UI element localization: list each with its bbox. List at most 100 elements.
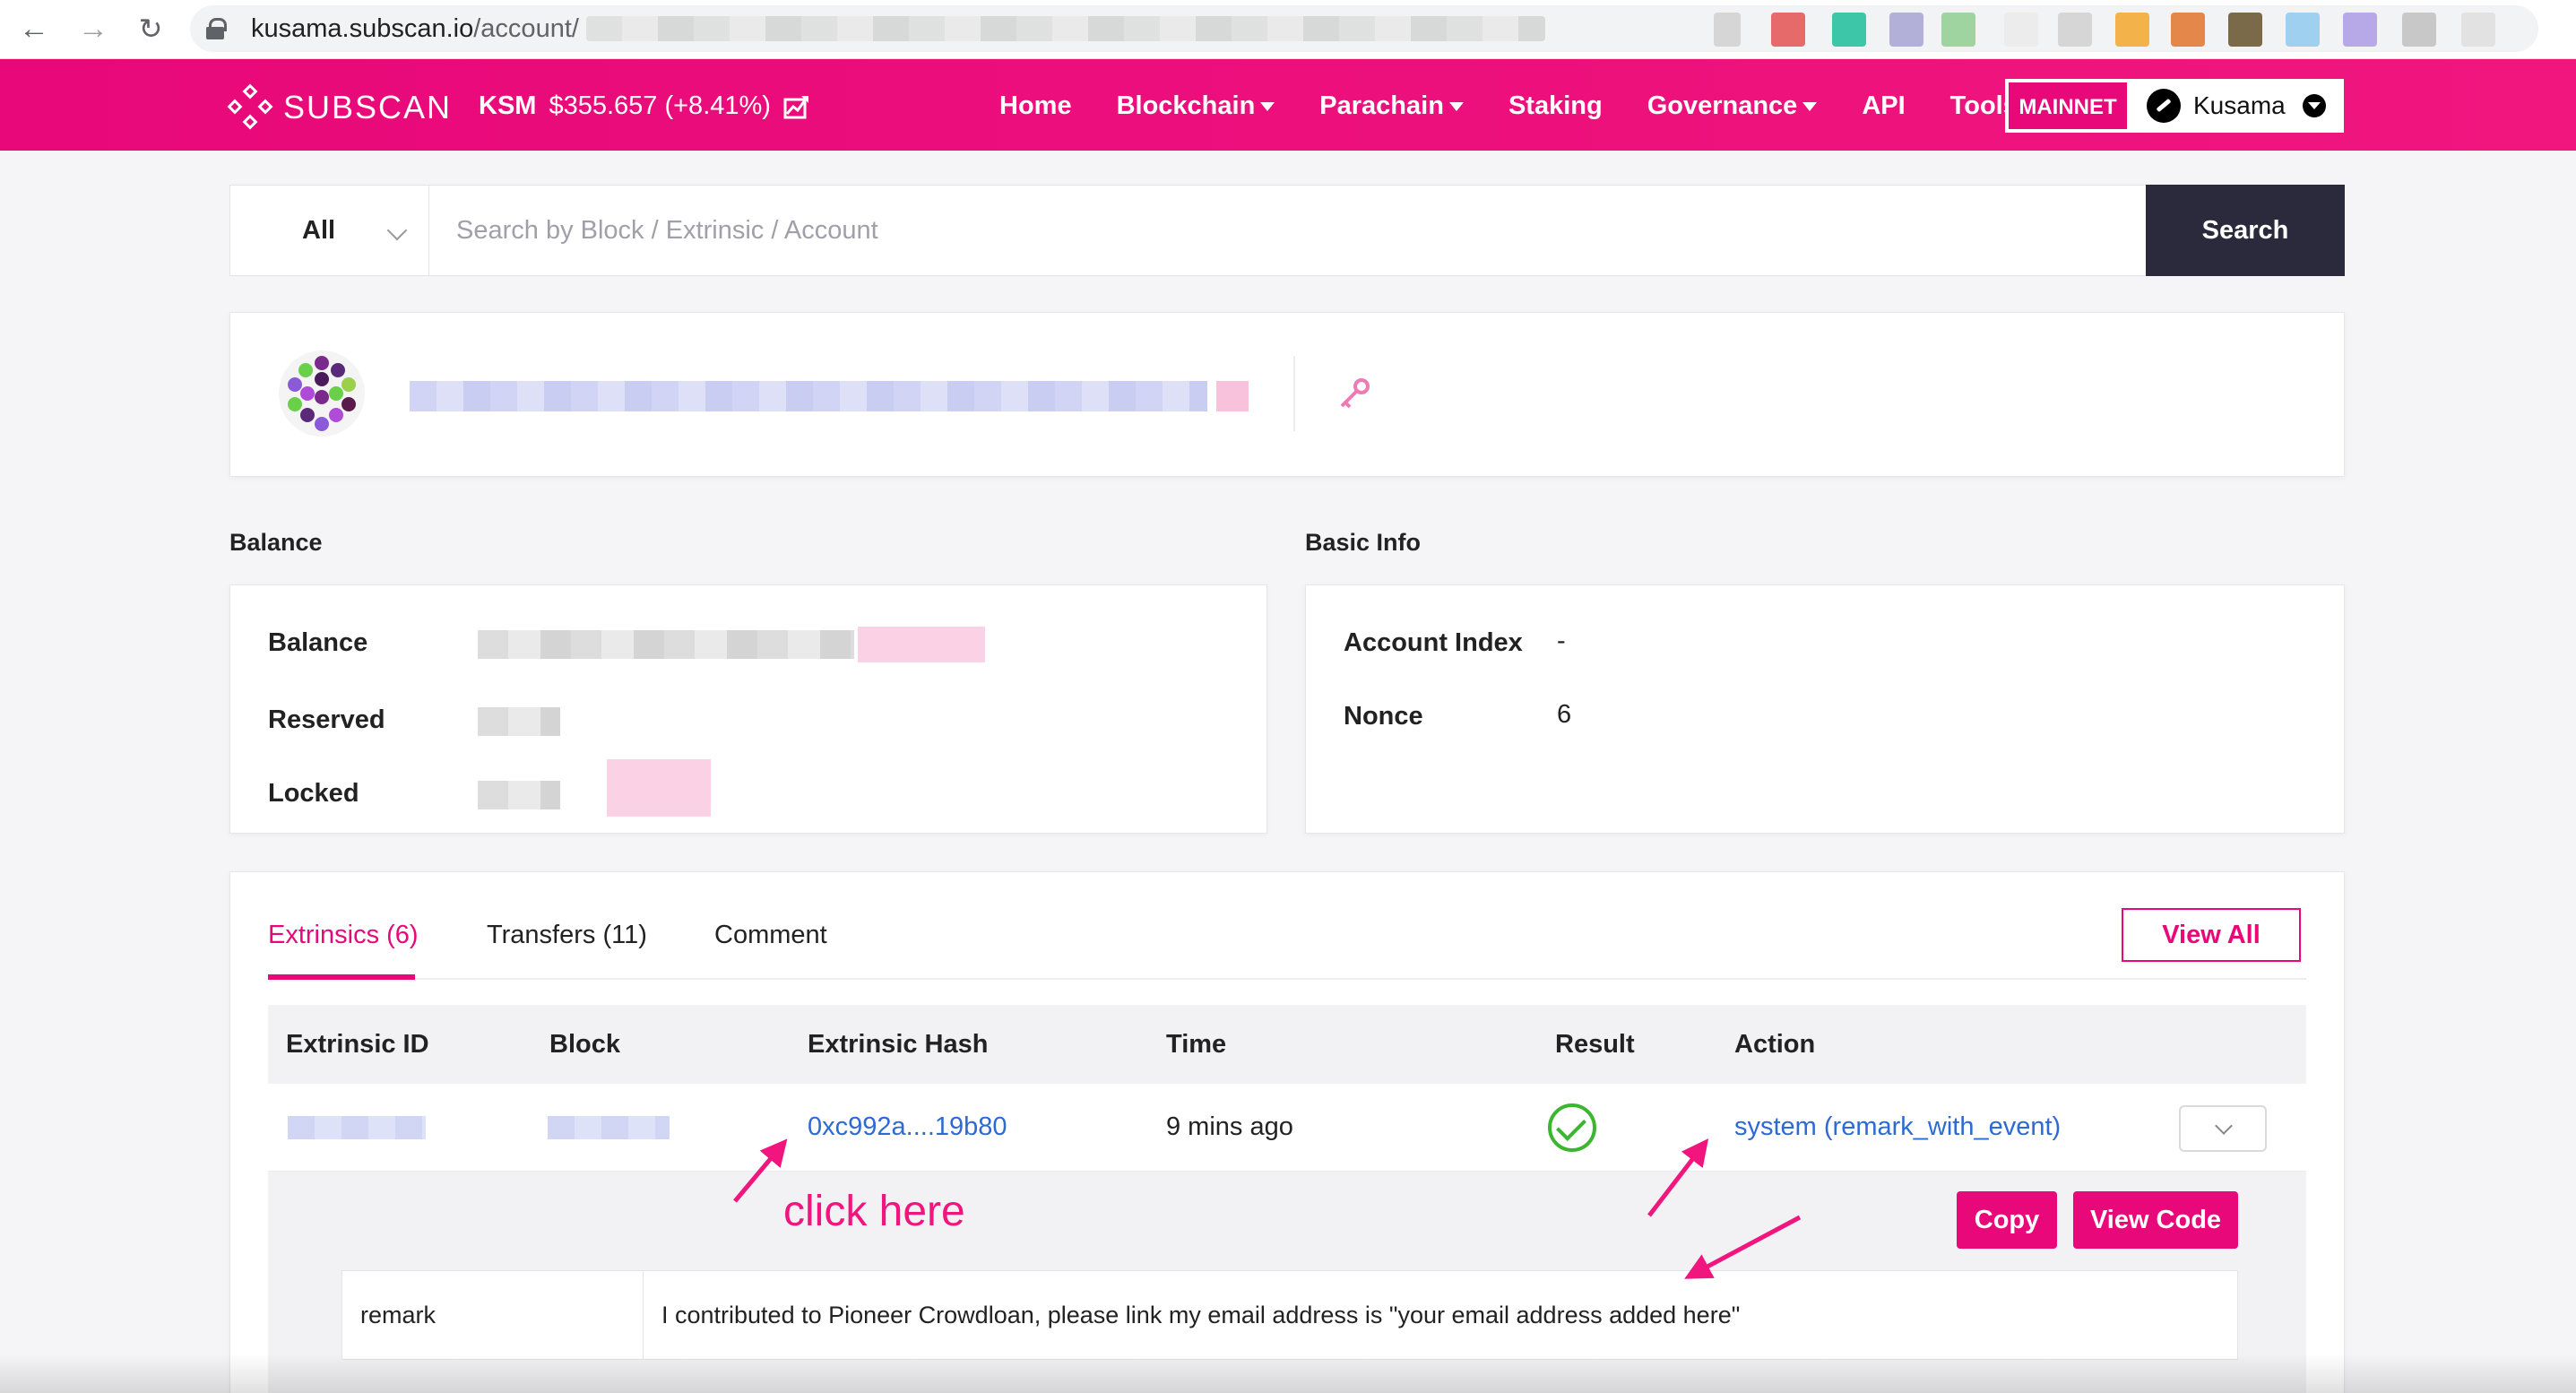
account-index-value: - [1557,627,1566,655]
col-time: Time [1166,1030,1227,1059]
extension-icon[interactable] [1714,13,1741,47]
copy-button[interactable]: Copy [1957,1191,2057,1249]
view-code-button[interactable]: View Code [2073,1191,2238,1249]
nav-staking[interactable]: Staking [1508,91,1603,121]
extension-icon[interactable] [2004,13,2038,47]
extension-icon[interactable] [1832,13,1866,47]
balance-label: Balance [268,628,368,657]
locked-value-redacted [478,781,560,809]
mainnet-badge: MAINNET [2007,81,2129,131]
param-key: remark [342,1271,644,1359]
extension-icon[interactable] [1941,13,1975,47]
table-header: Extrinsic ID Block Extrinsic Hash Time R… [268,1005,2306,1084]
account-avatar [279,350,365,437]
extension-icon[interactable] [2286,13,2320,47]
network-selector[interactable]: MAINNET Kusama [2005,79,2344,133]
caret-down-icon [1260,101,1275,111]
token-symbol: KSM [479,91,537,120]
extrinsics-card: Extrinsics (6) Transfers (11) Comment Vi… [229,871,2345,1393]
divider [1293,356,1295,431]
browser-toolbar: ← → ↻ kusama.subscan.io/account/ [0,0,2576,59]
extension-icon[interactable] [2228,13,2262,47]
nav-home[interactable]: Home [999,91,1072,121]
block-redacted[interactable] [548,1116,670,1139]
extension-icon[interactable] [2058,13,2092,47]
annotation-click-here: click here [783,1188,965,1235]
nonce-value: 6 [1557,700,1572,729]
action-link[interactable]: system (remark_with_event) [1734,1112,2061,1142]
search-filter-value: All [302,215,336,245]
logo-text: SUBSCAN [283,89,453,125]
subscan-logo-icon [227,83,274,131]
extrinsic-hash-link[interactable]: 0xc992a....19b80 [808,1112,1007,1142]
extension-icon[interactable] [2171,13,2205,47]
bottom-shadow [0,1354,2576,1393]
back-arrow-icon[interactable]: ← [16,11,52,47]
reload-icon[interactable]: ↻ [133,11,169,47]
balance-card: Balance Reserved Locked [229,584,1267,834]
lock-icon [206,18,227,39]
forward-arrow-icon[interactable]: → [75,11,111,47]
search-button[interactable]: Search [2146,185,2345,276]
basic-info-card: Account Index - Nonce 6 [1305,584,2345,834]
extension-icon[interactable] [2115,13,2149,47]
account-index-label: Account Index [1344,628,1523,657]
redacted-url [586,16,1545,41]
balance-value-redacted [478,630,854,659]
basic-info-section-title: Basic Info [1305,529,1422,556]
balance-section-title: Balance [229,529,323,556]
col-extrinsic-hash: Extrinsic Hash [808,1030,989,1059]
col-action: Action [1734,1030,1816,1059]
extension-icon[interactable] [2402,13,2436,47]
locked-label: Locked [268,779,359,808]
token-price: KSM $355.657 (+8.41%) [479,91,810,121]
extension-icon[interactable] [2343,13,2377,47]
caret-down-icon [1448,101,1464,111]
tab-transfers[interactable]: Transfers (11) [487,921,647,950]
search-input[interactable] [429,186,2146,275]
copy-address-icon[interactable] [1216,381,1249,411]
tab-comment[interactable]: Comment [714,921,827,950]
active-tab-indicator [268,974,415,980]
main-nav: Home Blockchain Parachain Staking Govern… [999,91,2082,121]
price-chart-icon[interactable] [783,94,810,119]
locked-detail-redacted[interactable] [607,759,711,817]
table-row: 0xc992a....19b80 9 mins ago system (rema… [268,1084,2306,1172]
col-block: Block [549,1030,620,1059]
success-check-icon [1548,1103,1596,1152]
chevron-down-icon [2303,94,2326,117]
tab-extrinsics[interactable]: Extrinsics (6) [268,921,419,950]
search-filter-select[interactable]: All [230,186,429,275]
extrinsic-id-redacted[interactable] [288,1116,426,1139]
param-value: I contributed to Pioneer Crowdloan, plea… [661,1302,1741,1328]
extrinsic-time: 9 mins ago [1166,1112,1293,1141]
kusama-logo-icon [2147,89,2181,123]
expand-row-button[interactable] [2179,1105,2267,1152]
tab-divider [268,978,2306,980]
col-extrinsic-id: Extrinsic ID [286,1030,429,1059]
chain-name: Kusama [2193,91,2286,119]
nav-parachain[interactable]: Parachain [1319,91,1464,121]
reserved-label: Reserved [268,705,385,734]
param-row: remark I contributed to Pioneer Crowdloa… [341,1270,2238,1360]
extension-icon[interactable] [1889,13,1923,47]
chain-selector[interactable]: Kusama [2129,81,2342,131]
reserved-value-redacted [478,707,560,736]
col-result: Result [1555,1030,1635,1059]
account-address-redacted [410,381,1207,411]
url-text: kusama.subscan.io/account/ [251,14,579,43]
balance-unit-redacted [858,627,985,662]
extension-icon[interactable] [2461,13,2495,47]
account-card [229,312,2345,477]
token-price-value: $355.657 (+8.41%) [549,91,771,120]
key-icon[interactable] [1336,377,1372,410]
nav-blockchain[interactable]: Blockchain [1117,91,1275,121]
search-bar: All Search [229,185,2345,276]
nonce-label: Nonce [1344,702,1423,731]
nav-governance[interactable]: Governance [1647,91,1818,121]
view-all-button[interactable]: View All [2122,908,2301,962]
nav-api[interactable]: API [1862,91,1905,121]
extension-icon[interactable] [1771,13,1805,47]
subscan-logo[interactable]: SUBSCAN [227,83,453,131]
chevron-down-icon [386,220,408,241]
